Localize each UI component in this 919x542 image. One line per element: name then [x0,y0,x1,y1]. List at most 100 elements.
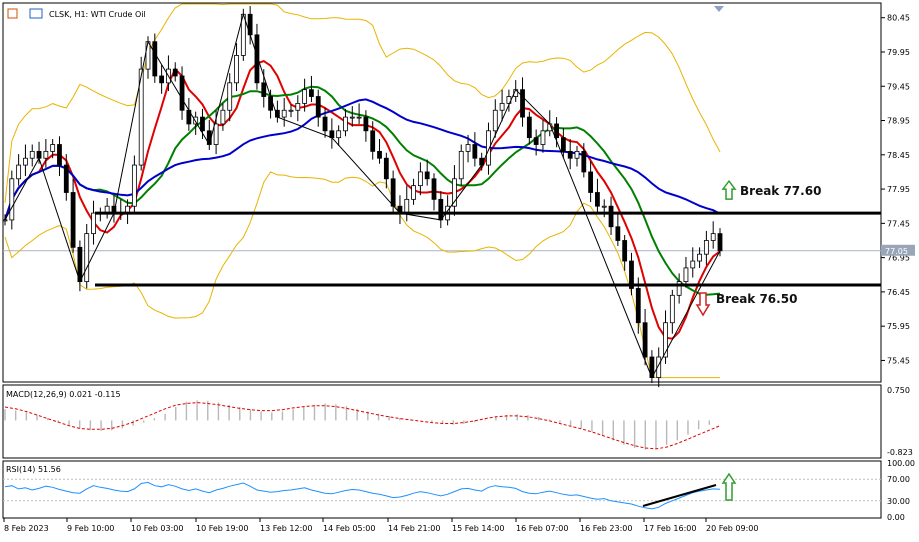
candle-body [63,164,69,193]
candle-body [159,75,165,84]
candle-body [615,226,621,241]
candle-body [458,150,464,180]
candle-body [669,294,675,324]
current-price-label: 77.05 [885,247,908,256]
candle-body [601,205,607,208]
candle-body [424,171,430,180]
rsi-y-tick-label: 100.00 [887,459,915,468]
candle-body [560,137,566,152]
candle-body [295,102,301,111]
candle-body [588,171,594,193]
candle-body [697,253,702,262]
candle-body [70,192,76,248]
candle-body [622,240,628,262]
x-tick-label: 8 Feb 2023 [4,524,49,533]
x-tick-label: 20 Feb 09:00 [706,524,758,533]
candle-body [2,219,8,222]
candle-body [193,116,199,125]
y-tick-label: 77.95 [887,185,910,194]
macd-y-tick-label: -0.823 [887,448,913,457]
candle-body [567,150,573,159]
candle-body [9,178,15,221]
candle-body [520,89,525,118]
candle-body [234,55,239,84]
candle-body [322,116,328,132]
x-tick-label: 9 Feb 10:00 [67,524,114,533]
candle-body [336,130,342,139]
candle-body [703,240,709,255]
candle-body [302,89,308,104]
candle-body [145,41,151,70]
candle-body [172,68,178,77]
x-tick-label: 10 Feb 03:00 [131,524,183,533]
y-tick-label: 76.45 [887,288,910,297]
candle-body [91,212,96,235]
candle-body [465,144,471,152]
candle-body [315,96,321,118]
macd-label: MACD(12,26,9) 0.021 -0.115 [6,390,121,399]
candle-body [363,116,369,132]
candle-body [383,157,389,180]
candle-body [179,75,185,111]
x-tick-label: 10 Feb 19:00 [196,524,248,533]
candle-body [533,137,539,145]
candle-body [261,82,267,97]
candle-body [574,150,580,159]
candle-body [642,322,648,358]
candle-body [683,267,689,283]
break-level-label: Break 77.60 [740,184,821,198]
y-tick-label: 75.45 [887,356,910,365]
candle-body [227,82,233,111]
x-tick-label: 15 Feb 14:00 [452,524,504,533]
y-tick-label: 75.95 [887,322,910,331]
candle-body [710,233,716,241]
candle-body [356,116,362,119]
candle-body [431,178,437,200]
candle-body [84,233,90,283]
x-tick-label: 14 Feb 05:00 [323,524,375,533]
candle-body [411,185,416,200]
x-tick-label: 13 Feb 12:00 [260,524,312,533]
y-tick-label: 80.45 [887,14,910,23]
candle-body [404,198,410,214]
candle-body [581,150,587,173]
break-level-label: Break 76.50 [716,292,797,306]
candle-body [220,109,226,125]
candle-body [635,288,641,324]
candle-body [492,109,498,132]
candle-body [288,109,294,112]
rsi-y-tick-label: 0.00 [887,513,905,522]
candle-body [717,233,723,252]
candle-body [526,116,532,139]
rsi-y-tick-label: 30.00 [887,497,910,506]
candle-body [608,205,614,228]
rsi-y-tick-label: 70.00 [887,475,910,484]
chart-title: CLSK, H1: WTI Crude Oil [49,10,146,19]
x-tick-label: 16 Feb 23:00 [580,524,632,533]
candle-body [370,130,376,152]
macd-y-tick-label: 0.750 [887,386,910,395]
candle-body [349,116,355,119]
candle-body [343,116,348,132]
candle-body [43,150,49,159]
candle-body [595,192,600,207]
y-tick-label: 79.45 [887,82,910,91]
chart-window: CLSK, H1: WTI Crude Oil Break 77.60 Break… [2,2,915,533]
candle-body [554,123,559,139]
x-tick-label: 17 Feb 16:00 [644,524,696,533]
candle-body [152,41,158,77]
candle-body [213,123,219,145]
rsi-panel [2,460,882,519]
candle-body [281,109,287,118]
x-tick-label: 16 Feb 07:00 [516,524,568,533]
candle-body [309,89,314,97]
candle-body [23,157,28,166]
candle-body [268,96,273,111]
candle-body [540,130,546,145]
y-tick-label: 79.95 [887,48,910,57]
candle-body [57,144,62,166]
candle-body [377,150,382,159]
candle-body [29,150,35,159]
y-tick-label: 78.95 [887,117,910,126]
candle-body [438,198,444,221]
